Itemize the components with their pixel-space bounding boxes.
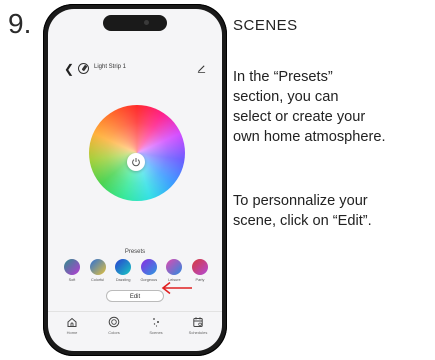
preset-name: Soft — [68, 278, 76, 282]
bottom-nav: Home Colors Scenes Schedules — [48, 311, 222, 342]
preset-name: Gorgeous — [140, 278, 158, 282]
app-header: ❮ Light Strip 1 — [48, 61, 222, 79]
preset-party[interactable]: Party — [189, 259, 211, 282]
instruction-line: In the “Presets” — [233, 69, 333, 85]
preset-dazzling[interactable]: Dazzling — [112, 259, 134, 282]
sparkle-icon — [153, 318, 159, 327]
preset-swatch — [191, 259, 208, 275]
home-icon — [67, 317, 77, 327]
instruction-line: own home atmosphere. — [233, 129, 386, 145]
instruction-paragraph-presets: In the “Presets” section, you can select… — [233, 67, 433, 147]
nav-item-home[interactable]: Home — [52, 316, 92, 335]
step-number: 9. — [8, 8, 32, 39]
red-arrow-icon — [161, 281, 192, 295]
preset-colorful[interactable]: Colorful — [87, 259, 109, 282]
edit-button[interactable]: Edit — [106, 290, 164, 302]
preset-name: Colorful — [91, 278, 105, 282]
preset-name: Party — [195, 278, 205, 282]
preset-swatch — [166, 259, 183, 275]
section-title: SCENES — [233, 17, 298, 34]
instruction-line: select or create your — [233, 109, 366, 125]
preset-swatch — [115, 259, 132, 275]
preset-gorgeous[interactable]: Gorgeous — [138, 259, 160, 282]
presets-label: Presets — [124, 249, 146, 255]
calendar-icon — [193, 317, 203, 327]
phone-screen: ❮ Light Strip 1 Presets Soft Colorful Dazz… — [48, 9, 222, 351]
device-title: Light Strip 1 — [94, 64, 127, 70]
nav-label-scenes: Scenes — [149, 330, 163, 335]
nav-item-colors[interactable]: Colors — [94, 316, 134, 335]
preset-swatch — [64, 259, 80, 275]
preset-row: Soft Colorful Dazzling Gorgeous Leisure Party — [61, 259, 211, 282]
instruction-line: scene, click on “Edit”. — [233, 213, 372, 229]
nav-item-schedules[interactable]: Schedules — [178, 316, 218, 335]
light-strip-icon — [78, 63, 89, 74]
preset-leisure[interactable]: Leisure — [163, 259, 185, 282]
back-chevron-icon[interactable]: ❮ — [64, 63, 74, 75]
nav-label-schedules: Schedules — [188, 330, 208, 335]
preset-swatch — [89, 259, 106, 275]
preset-name: Dazzling — [115, 278, 131, 282]
instruction-line: To personnalize your — [233, 193, 368, 209]
preset-soft[interactable]: Soft — [61, 259, 83, 282]
nav-item-scenes[interactable]: Scenes — [136, 316, 176, 335]
power-icon — [132, 158, 140, 167]
phone-notch — [103, 15, 167, 31]
palette-icon — [108, 316, 120, 328]
camera-icon — [144, 20, 149, 25]
instruction-line: section, you can — [233, 89, 339, 105]
phone-mockup: ❮ Light Strip 1 Presets Soft Colorful Dazz… — [43, 4, 227, 356]
power-button[interactable] — [127, 153, 145, 171]
nav-label-home: Home — [66, 330, 78, 335]
nav-label-colors: Colors — [108, 330, 120, 335]
preset-swatch — [140, 259, 157, 275]
instruction-paragraph-edit: To personnalize your scene, click on “Ed… — [233, 191, 433, 231]
pencil-icon[interactable] — [197, 64, 206, 73]
